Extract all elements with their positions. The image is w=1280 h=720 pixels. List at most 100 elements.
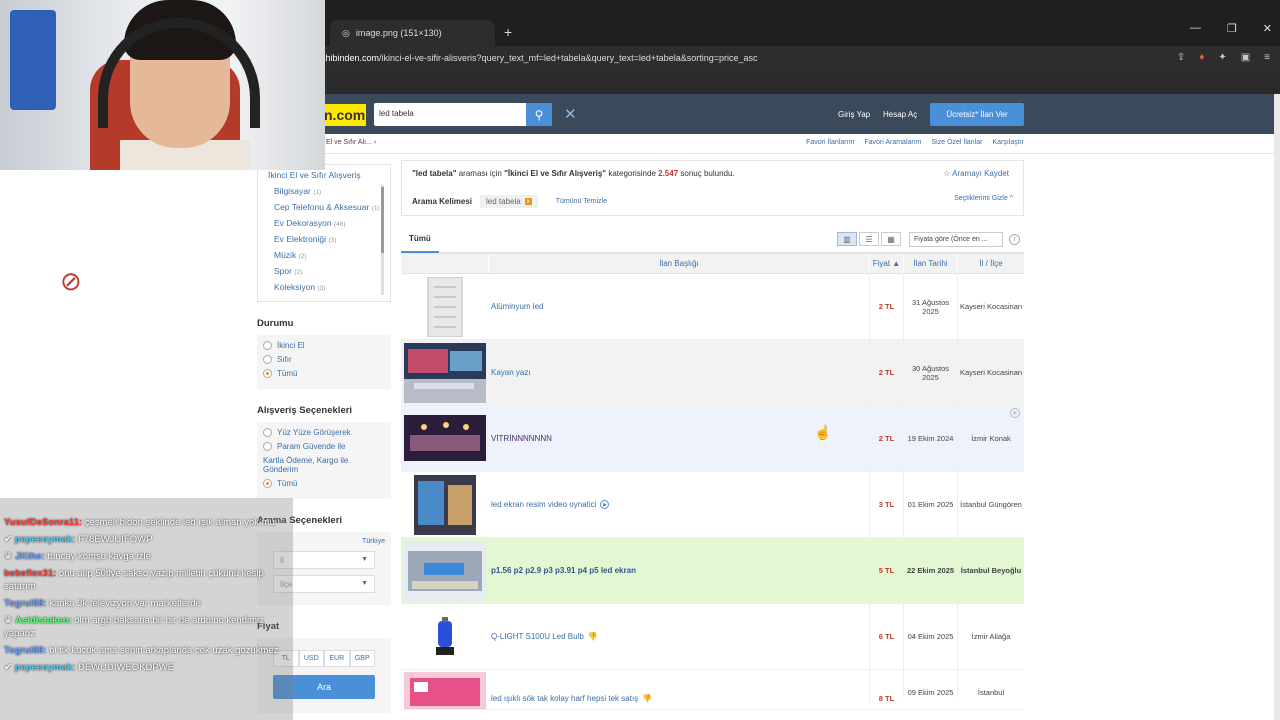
url-path: /ikinci-el-ve-sifir-alisveris?query_text…: [379, 53, 758, 63]
category-item[interactable]: Bilgisayar (1): [274, 186, 384, 198]
search-input[interactable]: led tabela: [374, 103, 526, 126]
browser-tab[interactable]: ◎ image.png (151×130): [330, 20, 495, 46]
listing-thumbnail[interactable]: [401, 604, 488, 669]
listing-title[interactable]: p1.56 p2 p2.9 p3 p3.91 p4 p5 led ekran: [488, 538, 869, 603]
search-icon: ⚲: [534, 107, 544, 122]
listing-thumbnail[interactable]: [401, 274, 488, 339]
favorite-searches-link[interactable]: Favori Aramalarım: [864, 139, 921, 146]
chat-username: JKthe:: [15, 551, 45, 562]
listing-title[interactable]: Kayan yazı: [488, 340, 869, 405]
header-price-sort[interactable]: Fiyat ▲: [869, 254, 903, 273]
listing-thumbnail[interactable]: [401, 406, 488, 471]
login-link[interactable]: Giriş Yap: [838, 110, 870, 119]
minimize-icon[interactable]: —: [1190, 22, 1201, 35]
personal-listings-link[interactable]: Size Özel İlanlar: [932, 139, 983, 146]
extensions-icon[interactable]: ✦: [1218, 52, 1226, 63]
category-count: (3): [317, 285, 326, 292]
thumbnail-image: [403, 342, 486, 403]
post-ad-button[interactable]: Ücretsiz* İlan Ver: [930, 103, 1024, 126]
thumbnail-image: [403, 672, 486, 709]
compare-link[interactable]: Karşılaştır: [992, 139, 1024, 146]
hide-selections-link[interactable]: Seçtiklerimi Gizle ^: [954, 195, 1013, 202]
close-icon[interactable]: ✕: [1263, 22, 1272, 35]
list-view-icon[interactable]: ▥: [837, 232, 857, 246]
table-row[interactable]: Alüminyum led 2 TL 31 Ağustos 2025 Kayse…: [401, 274, 1024, 340]
secure-payment-radio[interactable]: Param Güvende ile: [263, 442, 385, 451]
brave-shield-icon[interactable]: ♦: [1199, 52, 1204, 63]
listing-thumbnail[interactable]: [401, 340, 488, 405]
clear-search-icon[interactable]: ✕: [564, 105, 577, 123]
info-icon[interactable]: i: [1009, 234, 1020, 245]
listing-title[interactable]: led ışıklı sök tak kolay harf hepsi tek …: [488, 670, 869, 703]
category-count: (1): [371, 205, 380, 212]
header-date-sort[interactable]: İlan Tarihi: [903, 254, 957, 273]
site-logo[interactable]: n.com: [322, 104, 366, 126]
webcam-overlay: [0, 0, 325, 170]
wallet-icon[interactable]: ▣: [1241, 52, 1250, 63]
sort-select[interactable]: Fiyata göre (Önce en ...: [909, 232, 1003, 247]
listing-title[interactable]: Alüminyum led: [488, 274, 869, 339]
category-item[interactable]: Müzik (2): [274, 250, 384, 262]
category-count: (3): [328, 237, 337, 244]
category-item[interactable]: Spor (2): [274, 266, 384, 278]
summary-category: "İkinci El ve Sıfır Alışveriş": [504, 169, 607, 178]
chat-username: bebeflex31:: [4, 568, 57, 579]
listing-thumbnail[interactable]: [401, 472, 488, 537]
category-item[interactable]: Ev Dekorasyon (46): [274, 218, 384, 230]
results-summary: "led tabela" araması için "İkinci El ve …: [401, 160, 1024, 216]
chat-text: çeşmeli bidon şeklinde led ışık alman yo…: [82, 517, 275, 528]
table-row[interactable]: led ışıklı sök tak kolay harf hepsi tek …: [401, 670, 1024, 710]
favorite-listings-link[interactable]: Favori İlanlarım: [806, 139, 854, 146]
share-icon[interactable]: ⇪: [1177, 52, 1185, 63]
save-search-link[interactable]: ☆ Aramayı Kaydet: [943, 169, 1009, 178]
clear-all-link[interactable]: Tümünü Temizle: [556, 198, 607, 205]
thumbs-down-icon: 👎: [642, 694, 653, 703]
chat-username: pepeeoymak:: [14, 534, 76, 545]
listing-title[interactable]: led ekran resim video oynatici ▶: [488, 472, 869, 537]
thumbnail-image: [403, 474, 486, 535]
table-row[interactable]: Q-LIGHT S100U Led Bulb 👎 6 TL 04 Ekim 202…: [401, 604, 1024, 670]
header-location-sort[interactable]: İl / İlçe: [957, 254, 1024, 273]
signup-link[interactable]: Hesap Aç: [883, 110, 917, 119]
menu-icon[interactable]: ≡: [1264, 52, 1270, 63]
breadcrumb[interactable]: El ve Sıfır Alı... ›: [326, 139, 376, 146]
tab-all[interactable]: Tümü: [401, 226, 439, 253]
new-tab-button[interactable]: +: [504, 24, 512, 40]
listing-date: 09 Ekim 2025: [903, 670, 957, 697]
table-row[interactable]: VİTRİNNNNNNN 2 TL 19 Ekim 2024 İzmir Kon…: [401, 406, 1024, 472]
listing-thumbnail[interactable]: [401, 538, 488, 603]
chat-text: F78EWJUIFOWP: [75, 534, 153, 545]
badge-icon: ♛: [4, 615, 13, 626]
listing-title[interactable]: Q-LIGHT S100U Led Bulb 👎: [488, 604, 869, 669]
face-to-face-radio[interactable]: Yüz Yüze Görüşerek: [263, 428, 385, 437]
listing-title[interactable]: VİTRİNNNNNNN: [488, 406, 869, 471]
table-row[interactable]: p1.56 p2 p2.9 p3 p3.91 p4 p5 led ekran 5…: [401, 538, 1024, 604]
condition-all-radio[interactable]: Tümü: [263, 369, 385, 378]
keyword-chip[interactable]: led tabela x: [480, 195, 538, 208]
compact-view-icon[interactable]: ☰: [859, 232, 879, 246]
listing-date: 31 Ağustos 2025: [903, 274, 957, 339]
category-item[interactable]: Koleksiyon (3): [274, 282, 384, 294]
play-video-icon[interactable]: ▶: [600, 500, 610, 509]
close-icon[interactable]: ✕: [1010, 408, 1020, 418]
category-scroll-thumb[interactable]: [381, 187, 384, 253]
remove-keyword-icon[interactable]: x: [524, 198, 532, 205]
search-button[interactable]: ⚲: [526, 103, 552, 126]
category-title[interactable]: İkinci El ve Sıfır Alışveriş: [268, 170, 384, 180]
listing-thumbnail[interactable]: [401, 670, 488, 709]
grid-view-icon[interactable]: ▦: [881, 232, 901, 246]
chat-message: ✔ pepeeoymak: DEWUDIWEOKDPWE: [4, 661, 289, 674]
currency-usd[interactable]: USD: [298, 650, 324, 667]
condition-used-radio[interactable]: İkinci El: [263, 341, 385, 350]
category-item[interactable]: Ev Elektroniği (3): [274, 234, 384, 246]
category-item[interactable]: Cep Telefonu & Aksesuar (1): [274, 202, 384, 214]
page-scrollbar[interactable]: [1274, 94, 1280, 720]
currency-gbp[interactable]: GBP: [349, 650, 375, 667]
currency-eur[interactable]: EUR: [324, 650, 350, 667]
shopping-all-radio[interactable]: Tümü: [263, 479, 385, 488]
table-row[interactable]: led ekran resim video oynatici ▶ 3 TL 01 …: [401, 472, 1024, 538]
table-row[interactable]: Kayan yazı 2 TL 30 Ağustos 2025 Kayseri …: [401, 340, 1024, 406]
condition-new-radio[interactable]: Sıfır: [263, 355, 385, 364]
url-field[interactable]: sahibinden.com/ikinci-el-ve-sifir-alisve…: [316, 53, 758, 63]
restore-icon[interactable]: ❐: [1227, 22, 1237, 35]
